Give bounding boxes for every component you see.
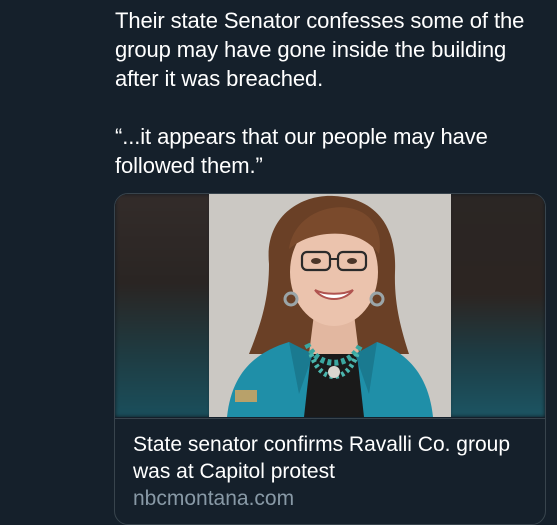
portrait-illustration <box>209 194 451 417</box>
card-image-blur-right <box>449 194 545 417</box>
tweet-quote: “...it appears that our people may have … <box>115 124 488 178</box>
card-title[interactable]: State senator confirms Ravalli Co. group… <box>133 431 527 485</box>
card-image-blur-left <box>115 194 211 417</box>
portrait-photo <box>209 194 451 417</box>
card-domain[interactable]: nbcmontana.com <box>133 485 527 512</box>
tweet: Their state Senator confesses some of th… <box>0 0 557 525</box>
tweet-text: Their state Senator confesses some of th… <box>115 6 545 180</box>
card-image[interactable] <box>115 194 545 417</box>
link-preview-card[interactable]: State senator confirms Ravalli Co. group… <box>114 193 546 525</box>
tweet-paragraph: Their state Senator confesses some of th… <box>115 8 525 91</box>
card-body[interactable]: State senator confirms Ravalli Co. group… <box>115 418 545 512</box>
